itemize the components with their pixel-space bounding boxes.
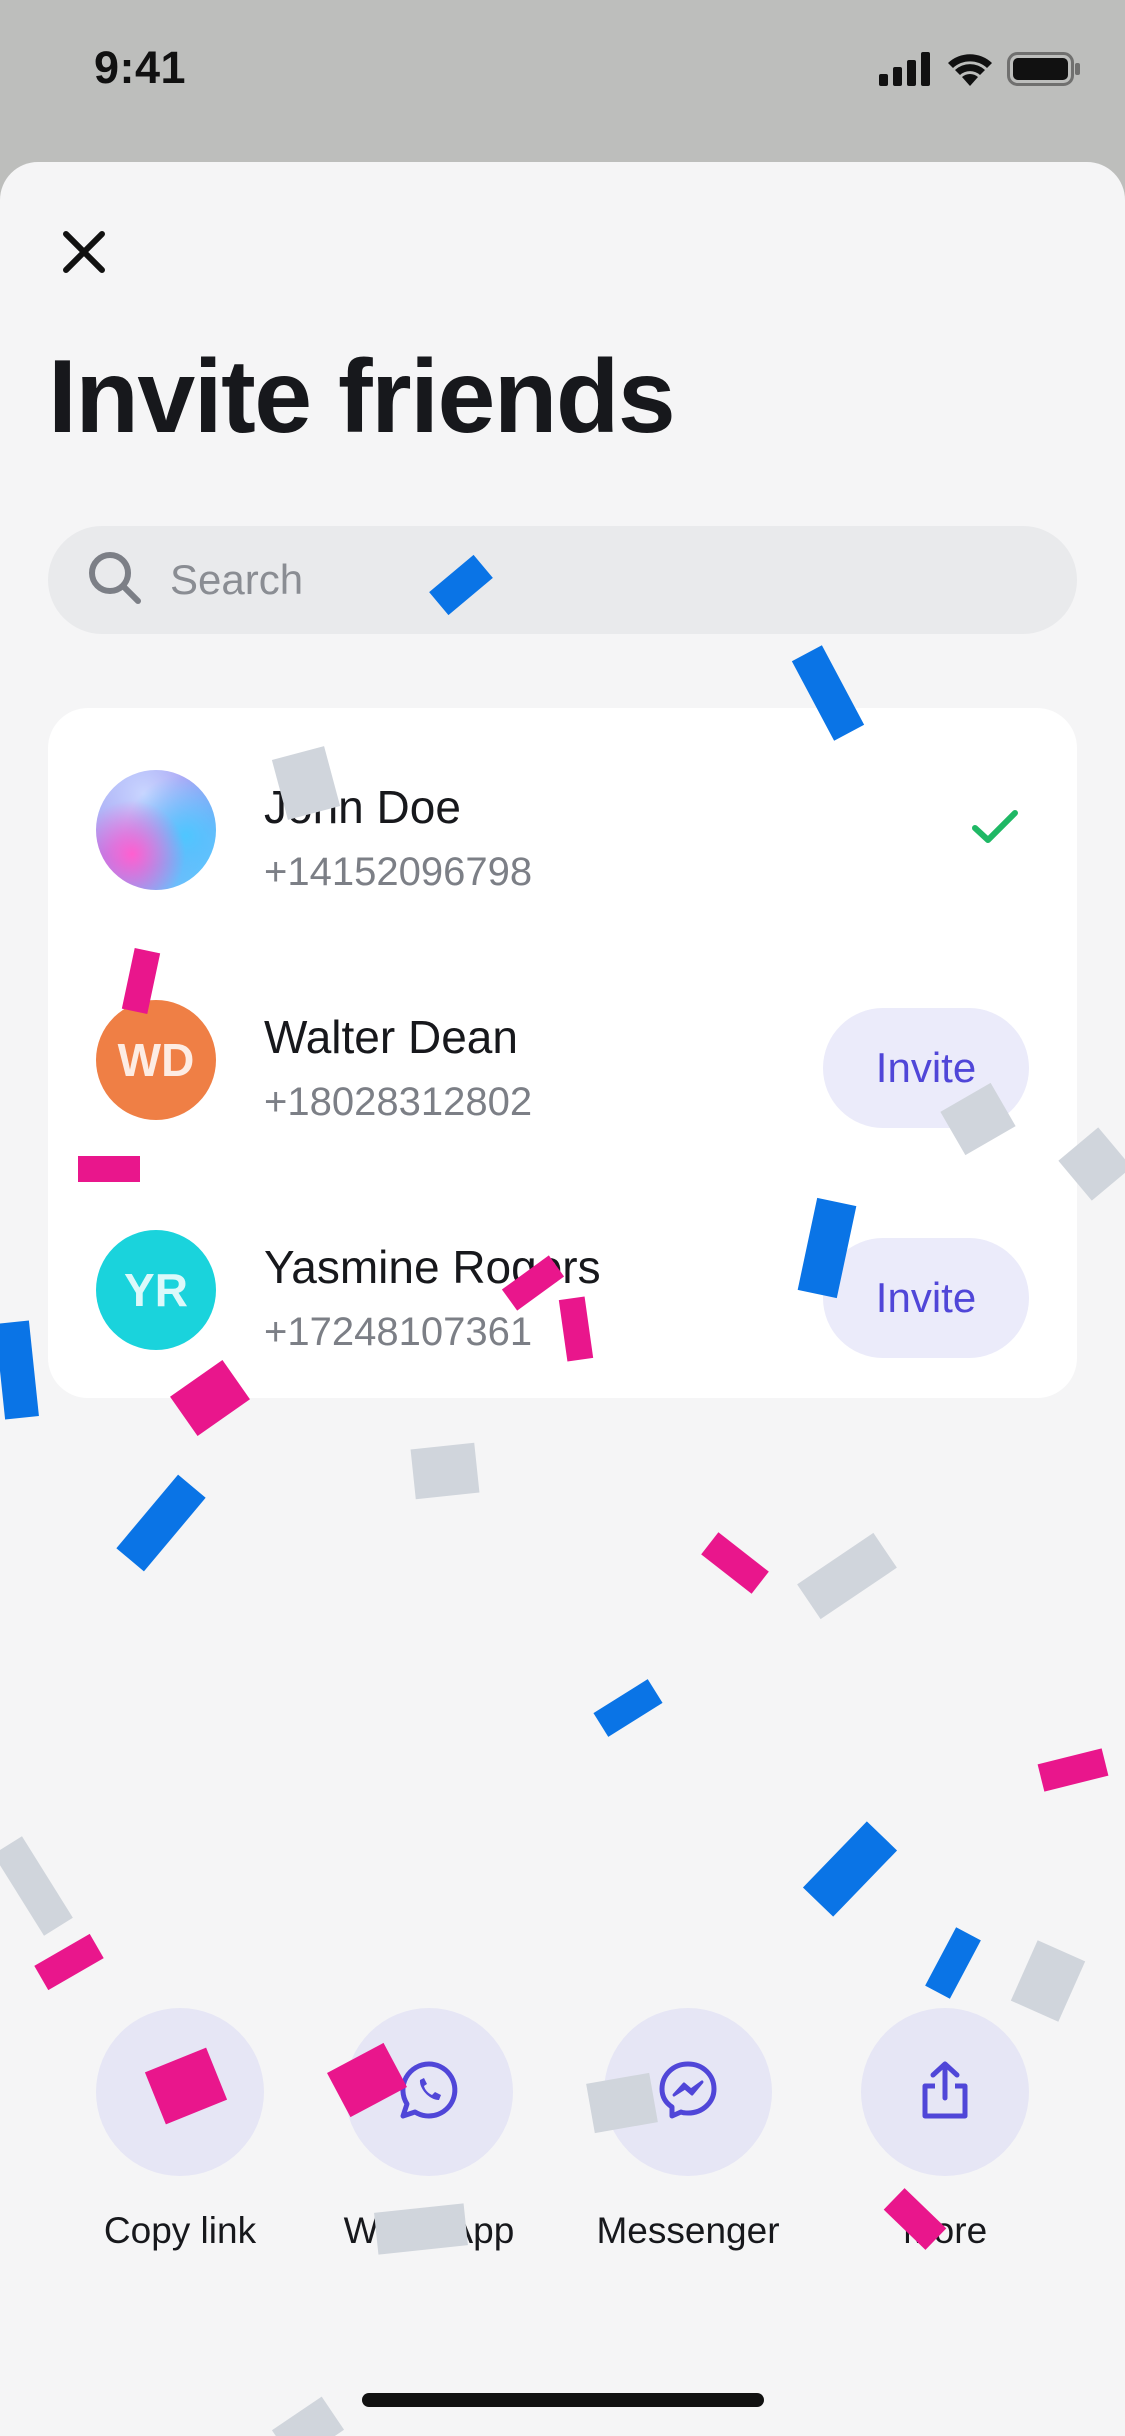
signal-icon <box>879 51 933 91</box>
share-label: More <box>902 2210 988 2251</box>
share-copy-link[interactable]: Copy link <box>65 2008 295 2252</box>
share-more[interactable]: More <box>830 2008 1060 2252</box>
contact-phone: +18028312802 <box>264 1080 533 1124</box>
messenger-icon <box>656 2058 720 2127</box>
share-messenger[interactable]: Messenger <box>573 2008 803 2252</box>
contact-name: Walter Dean <box>264 1011 518 1063</box>
contact-row[interactable]: WD Walter Dean +18028312802 Invite <box>48 960 1077 1160</box>
battery-icon <box>1007 51 1081 91</box>
contact-phone: +17248107361 <box>264 1310 533 1354</box>
contact-name: John Doe <box>264 781 461 833</box>
share-options: Copy link WhatsApp Messenger More <box>0 2008 1125 2288</box>
share-whatsapp-button[interactable] <box>345 2008 513 2176</box>
close-icon <box>62 230 106 279</box>
status-icons <box>879 51 1081 91</box>
page-title: Invite friends <box>48 339 676 455</box>
share-messenger-button[interactable] <box>604 2008 772 2176</box>
share-label: Messenger <box>596 2210 780 2251</box>
link-icon <box>148 2058 212 2127</box>
share-icon <box>913 2058 977 2127</box>
share-copy-link-button[interactable] <box>96 2008 264 2176</box>
wifi-icon <box>947 52 993 91</box>
contact-name: Yasmine Rogers <box>264 1241 601 1293</box>
status-bar: 9:41 <box>0 0 1125 140</box>
contacts-list: John Doe +14152096798 WD Walter Dean +18… <box>48 708 1077 1398</box>
share-whatsapp[interactable]: WhatsApp <box>314 2008 544 2252</box>
share-more-button[interactable] <box>861 2008 1029 2176</box>
avatar <box>96 770 216 890</box>
search-input[interactable] <box>170 556 1030 604</box>
share-label: WhatsApp <box>343 2210 515 2251</box>
search-bar[interactable] <box>48 526 1077 634</box>
contact-row[interactable]: YR Yasmine Rogers +17248107361 Invite <box>48 1190 1077 1390</box>
search-icon <box>86 549 144 612</box>
invite-sheet: Invite friends John Doe +14152096798 WD <box>0 162 1125 2436</box>
avatar-initials: WD <box>117 1034 195 1086</box>
contact-phone: +14152096798 <box>264 850 533 894</box>
whatsapp-icon <box>397 2058 461 2127</box>
close-button[interactable] <box>52 222 116 286</box>
contact-row[interactable]: John Doe +14152096798 <box>48 730 1077 930</box>
home-indicator <box>362 2393 764 2407</box>
invite-button[interactable]: Invite <box>823 1238 1029 1358</box>
avatar: YR <box>96 1230 216 1350</box>
avatar-initials: YR <box>124 1264 188 1316</box>
status-time: 9:41 <box>94 42 187 93</box>
avatar: WD <box>96 1000 216 1120</box>
invite-button[interactable]: Invite <box>823 1008 1029 1128</box>
share-label: Copy link <box>103 2210 257 2251</box>
check-icon <box>971 808 1019 851</box>
